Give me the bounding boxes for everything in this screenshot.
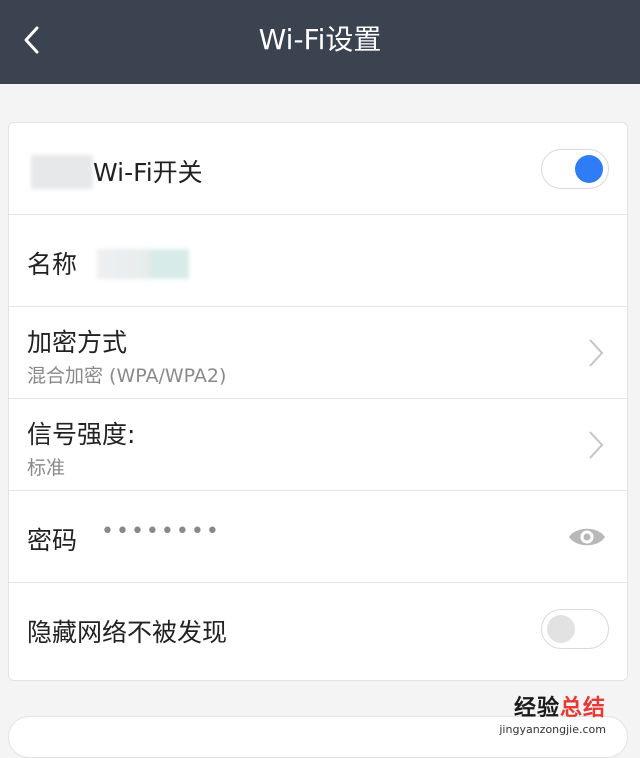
name-label: 名称 [27,250,78,279]
title-bar: Wi-Fi设置 [0,0,640,84]
wifi-switch-toggle[interactable] [541,149,609,189]
hide-network-label: 隐藏网络不被发现 [27,618,228,647]
wifi-switch-label: Wi-Fi开关 [93,158,203,187]
watermark-title-a: 经验 [513,696,560,721]
watermark-title-b: 总结 [559,696,606,721]
chevron-right-icon[interactable] [587,337,605,369]
page-title: Wi-Fi设置 [258,23,382,56]
wifi-icon [31,155,93,189]
toggle-knob [547,615,575,643]
encryption-value: 混合加密 (WPA/WPA2) [27,365,227,387]
signal-value: 标准 [27,457,66,479]
row-hide-network: 隐藏网络不被发现 [9,583,627,675]
password-field[interactable]: •••••••• [101,519,221,544]
network-name-redacted [97,249,189,279]
row-name[interactable]: 名称 [9,215,627,307]
watermark-title: 经验总结 [499,690,606,722]
signal-label: 信号强度: [27,420,136,449]
hide-network-toggle[interactable] [541,609,609,649]
chevron-right-icon[interactable] [587,429,605,461]
settings-card: Wi-Fi开关 名称 加密方式 混合加密 (WPA/WPA2) 信号强度: 标准… [8,122,628,681]
encryption-label: 加密方式 [27,328,128,357]
row-wifi-switch: Wi-Fi开关 [9,123,627,215]
toggle-knob [575,155,603,183]
row-encryption[interactable]: 加密方式 混合加密 (WPA/WPA2) [9,307,627,399]
eye-icon[interactable] [567,523,607,551]
watermark-logo: 经验总结 jingyanzongjie.com [499,690,606,736]
row-password: 密码 •••••••• [9,491,627,583]
row-signal[interactable]: 信号强度: 标准 [9,399,627,491]
password-label: 密码 [27,526,78,555]
watermark-url: jingyanzongjie.com [499,723,606,736]
